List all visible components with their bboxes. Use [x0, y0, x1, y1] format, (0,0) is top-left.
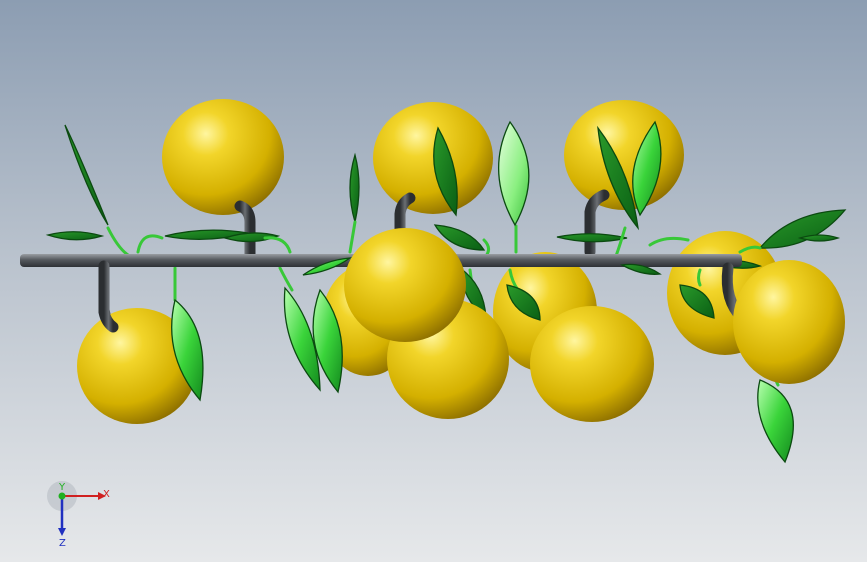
y-axis-dot — [58, 492, 66, 500]
leaf — [349, 152, 360, 223]
fruit-front-center — [344, 228, 466, 342]
fruit-top-left — [162, 99, 284, 215]
axis-triad[interactable]: X Y Z — [40, 480, 120, 550]
z-arrow-icon — [58, 528, 66, 536]
fruit-branch-model — [20, 99, 847, 464]
fruit-top-center — [373, 102, 493, 214]
leaf — [758, 209, 847, 249]
x-axis-label: X — [103, 489, 110, 500]
leaf — [45, 231, 105, 241]
leaf — [64, 124, 109, 226]
z-axis-label: Z — [59, 538, 66, 549]
model-viewport[interactable]: X Y Z — [0, 0, 867, 562]
fruit-bottom-right — [733, 260, 845, 384]
leaf — [497, 120, 530, 227]
leaf — [556, 233, 628, 243]
y-axis-label: Y — [58, 482, 66, 493]
leaf — [757, 379, 794, 464]
leaf — [797, 234, 841, 242]
